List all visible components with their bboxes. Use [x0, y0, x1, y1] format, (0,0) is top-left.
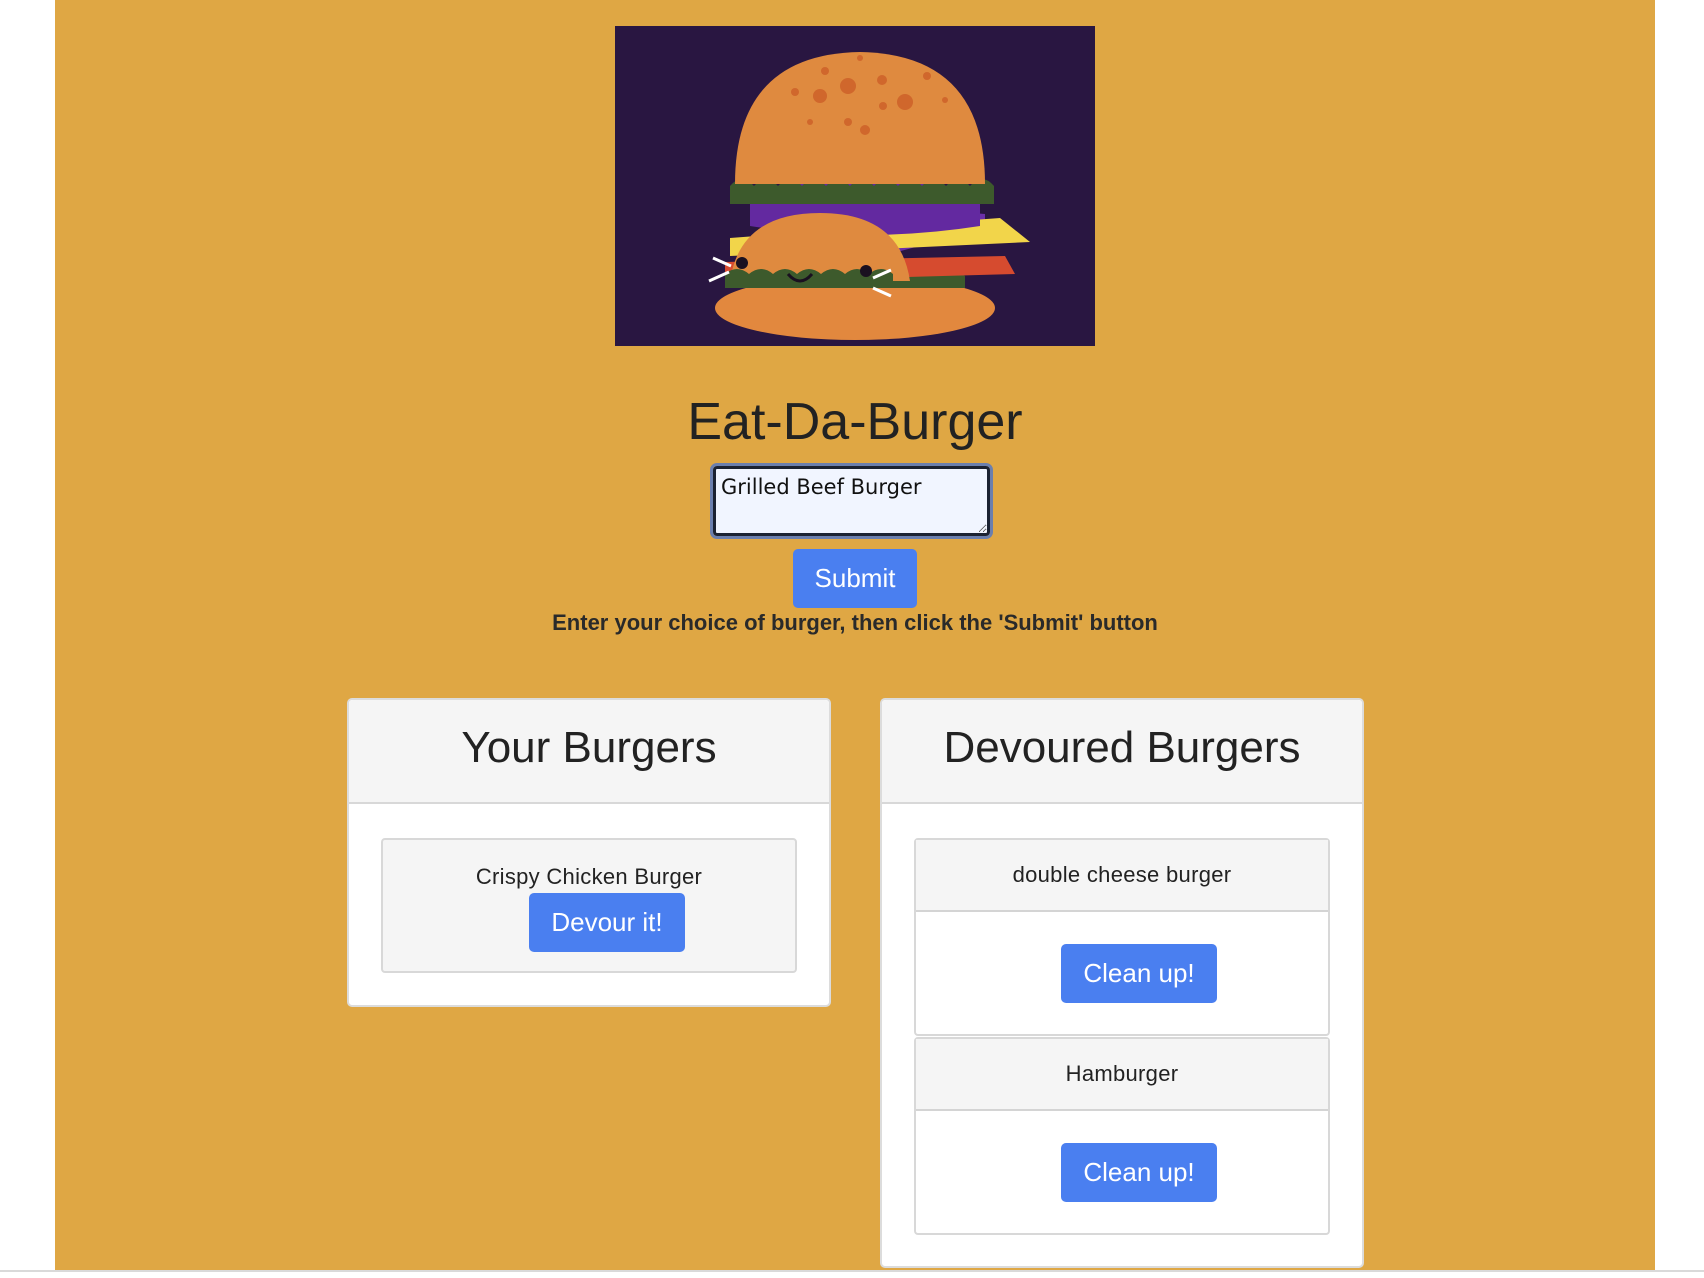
burger-name: Crispy Chicken Burger — [475, 864, 703, 889]
devoured-burgers-heading: Devoured Burgers — [882, 700, 1362, 804]
instruction-text: Enter your choice of burger, then click … — [552, 610, 1158, 635]
clean-up-button[interactable]: Clean up! — [1061, 944, 1217, 1003]
burger-name: Hamburger — [916, 1039, 1328, 1111]
list-item: Hamburger Clean up! — [914, 1037, 1330, 1235]
submit-button[interactable]: Submit — [793, 549, 917, 608]
devoured-burgers-card: Devoured Burgers double cheese burger Cl… — [880, 698, 1364, 1268]
page-container: Eat-Da-Burger Submit Enter your choice o… — [55, 0, 1655, 1270]
list-item: double cheese burger Clean up! — [914, 838, 1330, 1036]
burger-name: double cheese burger — [916, 840, 1328, 912]
page-bottom-border — [0, 1270, 1704, 1272]
burger-illustration — [615, 26, 1095, 346]
your-burgers-card: Your Burgers Crispy Chicken Burger Devou… — [347, 698, 831, 1007]
devour-button[interactable]: Devour it! — [529, 893, 685, 952]
your-burgers-heading: Your Burgers — [349, 700, 829, 804]
page-title: Eat-Da-Burger — [687, 393, 1023, 451]
clean-up-button[interactable]: Clean up! — [1061, 1143, 1217, 1202]
list-item: Crispy Chicken Burger Devour it! — [381, 838, 797, 973]
burger-input[interactable] — [710, 463, 993, 539]
